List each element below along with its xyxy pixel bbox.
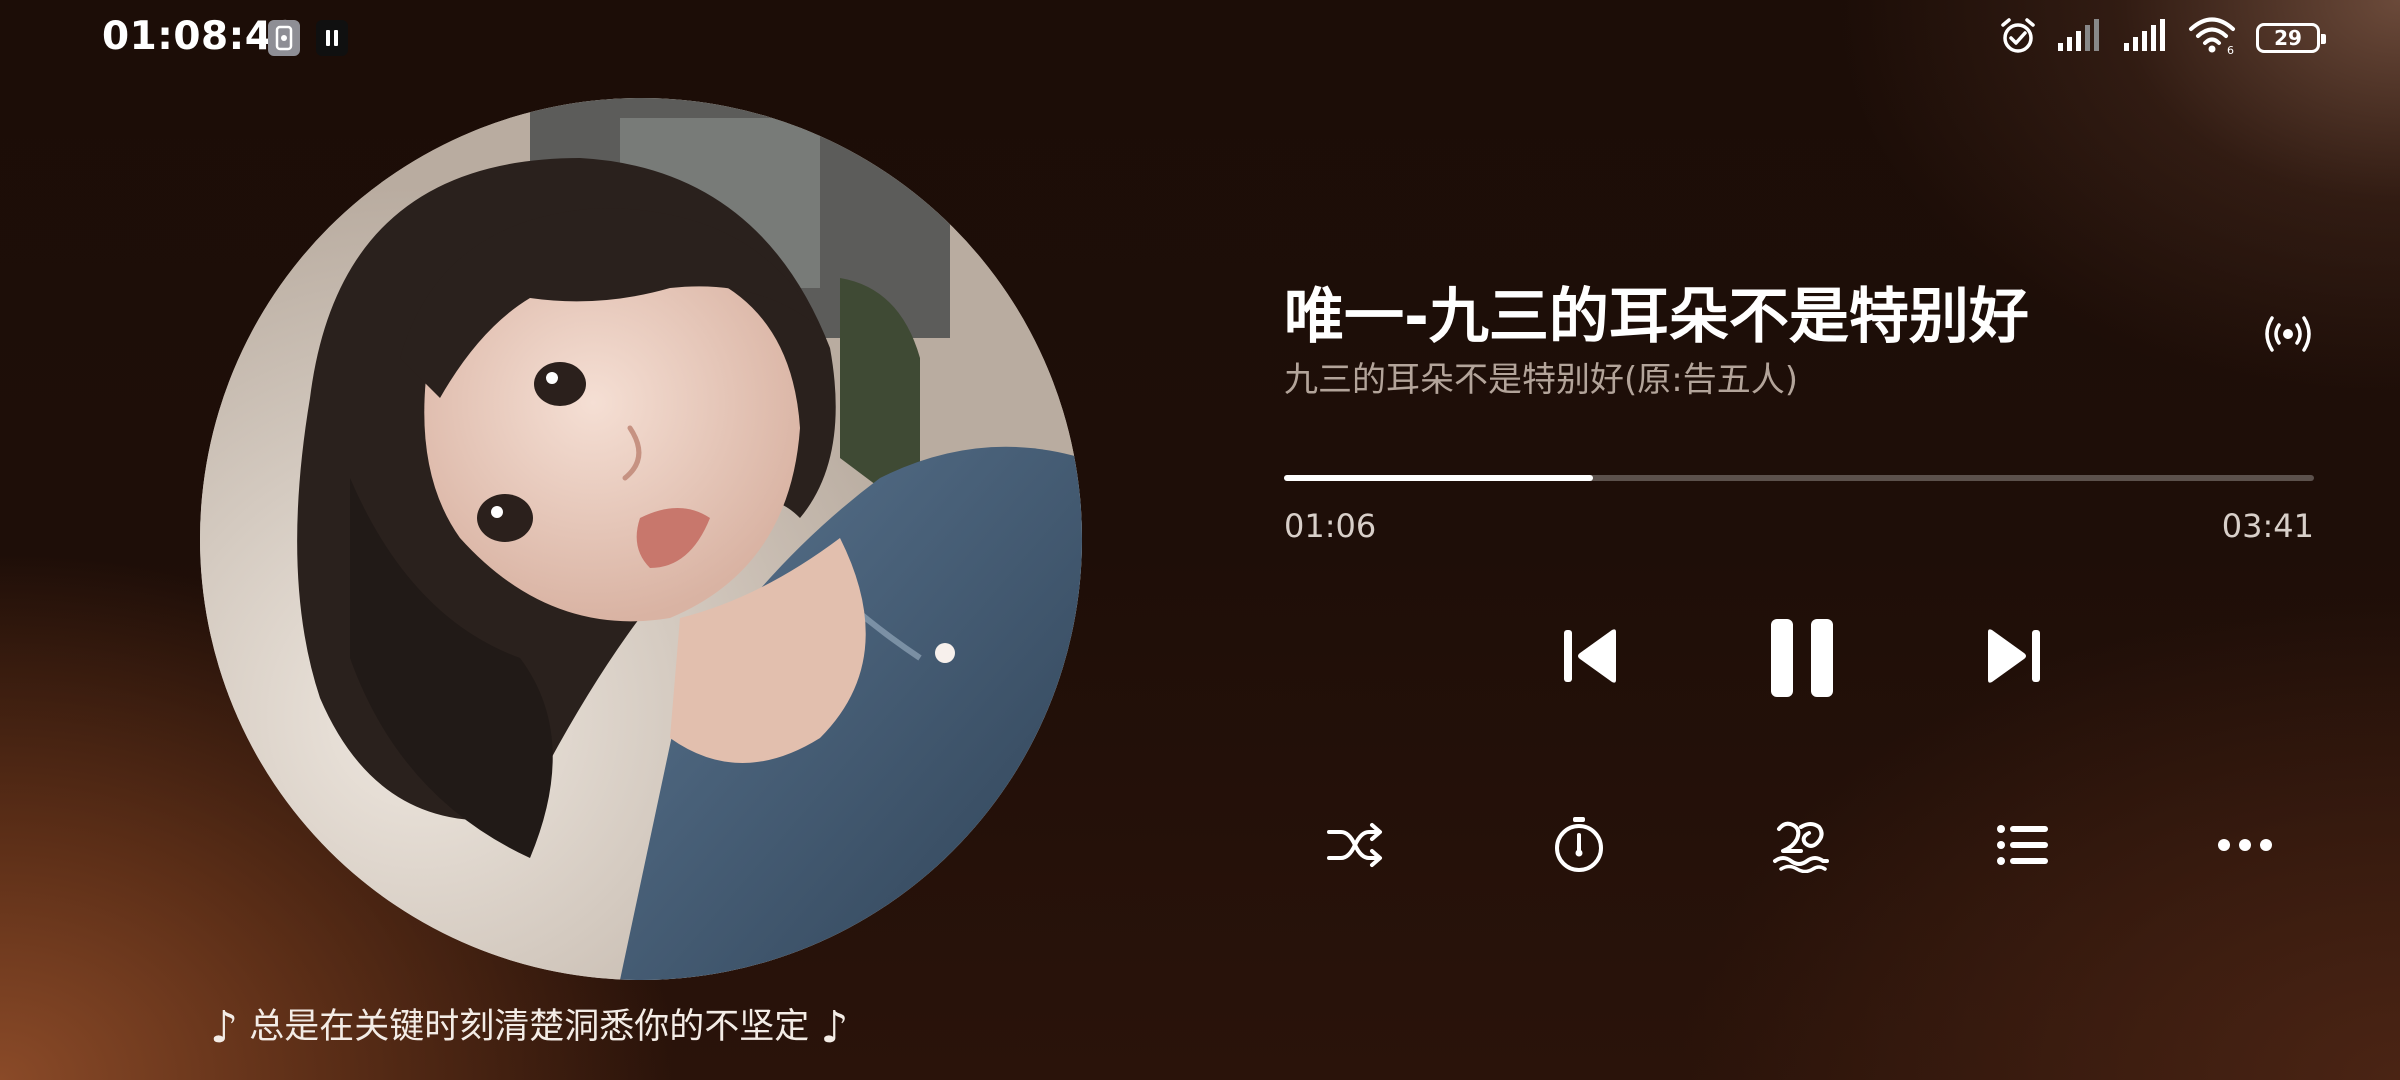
current-time: 01:06 [1284, 507, 1377, 545]
more-icon [2218, 839, 2272, 851]
svg-text:6: 6 [2227, 44, 2234, 56]
skip-next-icon [1988, 629, 2040, 683]
current-lyric: ♪ 总是在关键时刻清楚洞悉你的不坚定 ♪ [210, 998, 1080, 1053]
skip-next-button[interactable] [1976, 618, 2052, 694]
status-indicators: 6 29 [1998, 16, 2326, 60]
more-options-button[interactable] [2210, 810, 2280, 880]
media-pause-icon [316, 20, 348, 56]
status-bar: 01:08:49 6 29 [0, 0, 2400, 78]
pause-button[interactable] [1760, 612, 1844, 704]
song-title: 唯一-九三的耳朵不是特别好 [1284, 282, 2029, 352]
shuffle-button[interactable] [1320, 810, 1390, 880]
sound-effects-button[interactable] [1766, 810, 1836, 880]
shuffle-icon [1327, 823, 1382, 867]
alarm-icon [1998, 16, 2038, 60]
album-cover-photo [200, 98, 1082, 980]
screen-cast-icon [268, 20, 300, 56]
broadcast-icon[interactable] [2262, 308, 2314, 360]
skip-previous-button[interactable] [1552, 618, 1628, 694]
battery-level: 29 [2274, 26, 2302, 50]
timer-icon [1555, 817, 1603, 872]
music-note-icon: ♪ [210, 1002, 239, 1053]
signal-icon [2056, 19, 2104, 57]
song-artist[interactable]: 九三的耳朵不是特别好(原:告五人) [1284, 352, 1798, 401]
progress-fill [1284, 475, 1593, 481]
music-note-icon: ♪ [820, 1002, 849, 1053]
lyric-text: 总是在关键时刻清楚洞悉你的不坚定 [249, 1007, 810, 1047]
skip-previous-icon [1564, 629, 1616, 683]
total-time: 03:41 [2221, 507, 2314, 545]
sound-effects-icon [1773, 821, 1829, 873]
pause-icon [1771, 619, 1833, 697]
playlist-icon [1997, 825, 2048, 865]
progress-bar[interactable] [1284, 475, 2314, 481]
wifi-icon: 6 [2188, 16, 2238, 60]
signal-icon [2122, 19, 2170, 57]
sleep-timer-button[interactable] [1544, 810, 1614, 880]
playlist-button[interactable] [1988, 810, 2058, 880]
battery-icon: 29 [2256, 23, 2326, 53]
